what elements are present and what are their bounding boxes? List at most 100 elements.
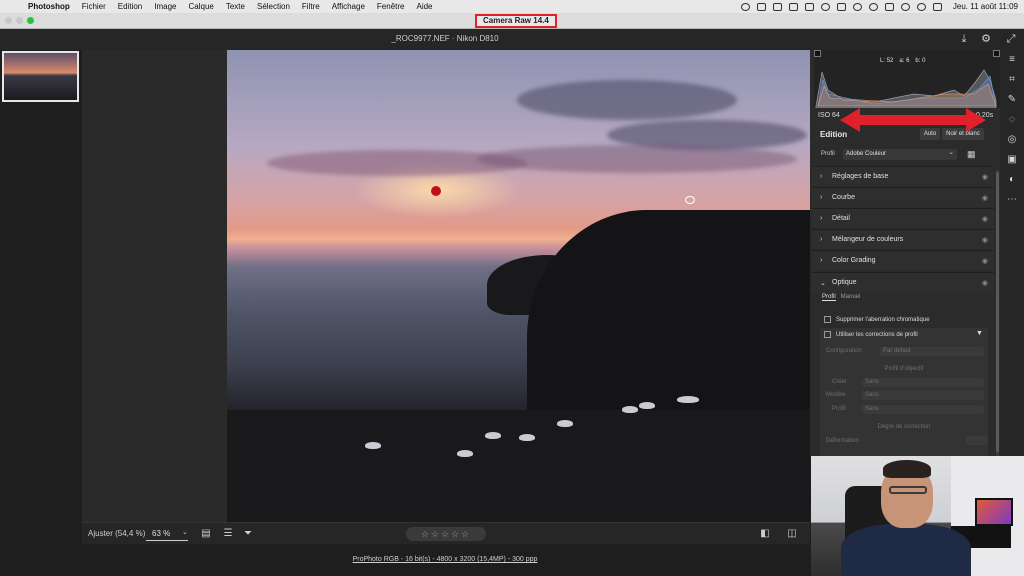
window-titlebar: Camera Raw 14.4 [0,13,1024,29]
l-value: 52 [886,58,894,64]
panel-scrollbar-thumb[interactable] [996,172,999,452]
crop-icon[interactable]: ⌗ [1006,74,1018,86]
tab-manual[interactable]: Manuel [841,294,861,301]
distortion-value-field[interactable] [966,436,988,445]
wallet-icon[interactable] [756,2,766,11]
eye-icon[interactable]: ◉ [982,279,988,287]
model-label: Modèle [826,392,846,398]
chromatic-aberration-row[interactable]: Supprimer l'aberration chromatique [824,316,930,323]
chevron-down-icon[interactable]: ⌄ [182,528,188,536]
menu-fenetre[interactable]: Fenêtre [371,2,411,11]
filter-icon[interactable]: ⏷ [242,528,254,540]
screen-record-icon[interactable] [772,2,782,11]
use-profile-row[interactable]: Utiliser les corrections de profil [824,331,918,338]
minimize-window-button[interactable] [16,17,23,24]
model-dropdown[interactable]: Sans [862,391,984,400]
menu-calque[interactable]: Calque [183,2,220,11]
menubar-clock[interactable]: Jeu. 11 août 11:09 [953,2,1018,11]
section-basic[interactable]: › Réglages de base ◉ [812,166,994,186]
maker-label: Créer [832,379,848,385]
cursor-indicator [685,196,695,204]
use-profile-checkbox[interactable] [824,331,831,338]
wifi-icon[interactable] [900,2,910,11]
section-color-grading[interactable]: › Color Grading ◉ [812,250,994,270]
profile-browser-icon[interactable]: ▦ [967,149,978,160]
calendar-icon[interactable] [788,2,798,11]
shadow-clipping-toggle[interactable] [814,50,821,57]
use-profile-label: Utiliser les corrections de profil [836,331,918,338]
section-optics[interactable]: ⌄ Optique ◉ [812,272,994,292]
before-after-icon[interactable]: ◧ [759,528,771,540]
menu-app-name[interactable]: Photoshop [22,2,76,11]
collapse-triangle-icon[interactable]: ▼ [976,330,983,337]
eye-icon[interactable]: ◉ [982,257,988,265]
section-detail[interactable]: › Détail ◉ [812,208,994,228]
lens-profile-label: Profil [832,406,846,412]
zoom-window-button[interactable] [27,17,34,24]
fullscreen-icon[interactable]: ⤢ [1005,33,1017,45]
section-label: Color Grading [832,257,876,264]
chromatic-aberration-checkbox[interactable] [824,316,831,323]
edit-sliders-icon[interactable]: ≡ [1006,54,1018,66]
rating-stars[interactable]: ☆☆☆☆☆ [406,527,486,541]
search-icon[interactable] [916,2,926,11]
highlight-clipping-toggle[interactable] [993,50,1000,57]
filmstrip-thumbnail[interactable] [2,51,79,102]
presets-icon[interactable]: ◐ [1006,174,1018,186]
boat-shape [639,402,655,409]
save-icon[interactable]: ⤓ [958,33,970,45]
menu-fichier[interactable]: Fichier [76,2,112,11]
menu-edition[interactable]: Edition [112,2,148,11]
section-color-mixer[interactable]: › Mélangeur de couleurs ◉ [812,229,994,249]
sort-icon[interactable]: ☰ [222,528,234,540]
filmstrip-toggle-icon[interactable]: ▤ [200,528,212,540]
time-machine-icon[interactable] [820,2,830,11]
bluetooth-icon[interactable] [868,2,878,11]
section-label: Courbe [832,194,855,201]
battery-icon[interactable] [884,2,894,11]
chevron-right-icon: › [820,215,823,222]
mask-icon[interactable]: ◌ [1006,114,1018,126]
lens-profile-dropdown[interactable]: Sans [862,405,984,414]
volume-icon[interactable] [852,2,862,11]
section-label: Réglages de base [832,173,889,180]
menu-aide[interactable]: Aide [410,2,438,11]
camera-raw-header: _ROC9977.NEF · Nikon D810 ⤓ ⚙ ⤢ [0,29,1024,50]
menu-filtre[interactable]: Filtre [296,2,326,11]
eye-icon[interactable]: ◉ [982,173,988,181]
snapshots-icon[interactable]: ▣ [1006,154,1018,166]
section-curve[interactable]: › Courbe ◉ [812,187,994,207]
healing-brush-icon[interactable]: ✎ [1006,94,1018,106]
boat-shape [457,450,473,457]
eye-icon[interactable]: ◉ [982,236,988,244]
more-options-icon[interactable]: ⋯ [1006,194,1018,206]
tab-profile[interactable]: Profil [822,294,836,301]
presenter-shirt [841,524,971,576]
close-window-button[interactable] [5,17,12,24]
settings-gear-icon[interactable]: ⚙ [980,33,992,45]
compare-view-icon[interactable]: ◫ [786,528,798,540]
boat-shape [365,442,381,449]
fit-zoom-label[interactable]: Ajuster (54,4 %) [88,529,145,538]
workflow-options-link[interactable]: ProPhoto RGB - 16 bit(s) - 4800 x 3200 (… [0,556,890,563]
red-eye-icon[interactable]: ◎ [1006,134,1018,146]
photo-preview[interactable] [227,50,810,522]
maker-dropdown[interactable]: Sans [862,378,984,387]
profile-corrections-box: Utiliser les corrections de profil Confi… [820,328,988,456]
cloud-icon[interactable] [804,2,814,11]
menu-texte[interactable]: Texte [220,2,251,11]
creative-cloud-icon[interactable] [740,2,750,11]
display-icon[interactable] [836,2,846,11]
presenter-hair [883,460,931,478]
eye-icon[interactable]: ◉ [982,215,988,223]
histogram-readout: L: 52 a: 6 b: 0 [880,58,925,64]
eye-icon[interactable]: ◉ [982,194,988,202]
profile-dropdown[interactable]: Adobe Couleur [843,148,957,160]
menu-image[interactable]: Image [148,2,182,11]
boat-shape [557,420,573,427]
config-dropdown[interactable]: Par défaut [880,347,984,356]
menu-selection[interactable]: Sélection [251,2,296,11]
menu-affichage[interactable]: Affichage [326,2,371,11]
control-center-icon[interactable] [932,2,942,11]
chevron-down-icon: ⌄ [820,280,826,287]
